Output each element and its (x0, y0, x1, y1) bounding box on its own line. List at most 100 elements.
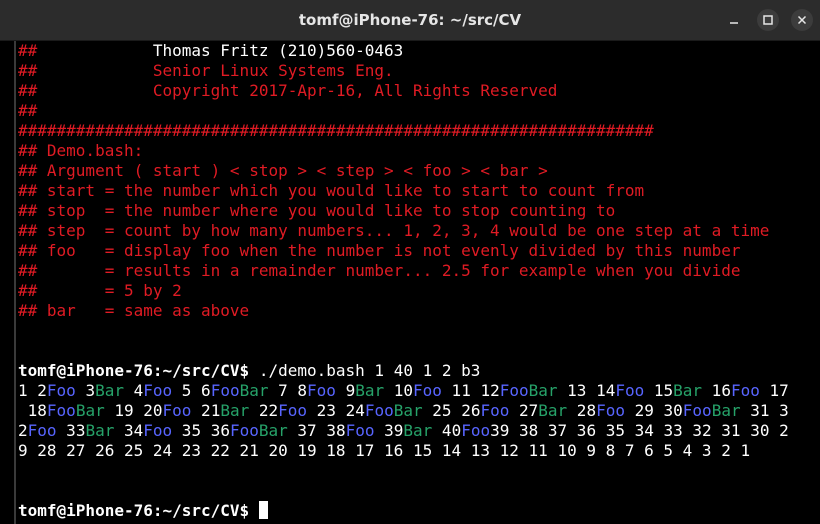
terminal-text: 3 (75, 381, 96, 400)
terminal-line: ## Thomas Fritz (210)560-0463 (18, 41, 789, 61)
terminal-text: Foo (46, 381, 76, 400)
terminal-text: Foo (682, 401, 712, 420)
terminal-text: Thomas Fritz (210)560-0463 (152, 41, 404, 60)
title-bar[interactable]: tomf@iPhone-76: ~/src/CV (0, 0, 820, 41)
terminal-line: 1 2Foo 3Bar 4Foo 5 6FooBar 7 8Foo 9Bar 1… (18, 381, 789, 401)
terminal-line: 18FooBar 19 20Foo 21Bar 22Foo 23 24FooBa… (18, 401, 789, 421)
terminal-line: ## foo = display foo when the number is … (18, 241, 789, 261)
terminal-text: 9 (335, 381, 356, 400)
terminal-text: ## (18, 41, 153, 60)
terminal-text: 1 2 (18, 381, 47, 400)
terminal-line: ## Senior Linux Systems Eng. (18, 61, 789, 81)
terminal-text: Foo (345, 421, 375, 440)
terminal-text: 34 (114, 421, 144, 440)
terminal-text: 4 (123, 381, 144, 400)
terminal-text: 18 (18, 401, 47, 420)
maximize-button[interactable] (757, 9, 779, 31)
terminal-text: Bar (355, 381, 385, 400)
terminal-text: ## = results in a remainder number... 2.… (18, 261, 741, 280)
terminal-text: ## bar = same as above (18, 301, 250, 320)
terminal-text: Foo (46, 401, 76, 420)
terminal-text: Foo (615, 381, 645, 400)
terminal-line: ## Argument ( start ) < stop > < step > … (18, 161, 789, 181)
terminal-text: Bar (538, 401, 568, 420)
terminal-text: ## = 5 by 2 (18, 281, 182, 300)
close-icon (797, 15, 807, 25)
terminal-text: Bar (220, 401, 250, 420)
terminal-line: 9 28 27 26 25 24 23 22 21 20 19 18 17 16… (18, 441, 789, 461)
terminal-output[interactable]: ## Thomas Fritz (210)560-0463 ## Senior L… (0, 41, 820, 524)
terminal-text: Bar (258, 421, 288, 440)
terminal-line: ## step = count by how many numbers... 1… (18, 221, 789, 241)
terminal-line: ########################################… (18, 121, 789, 141)
terminal-line: ## Demo.bash: (18, 141, 789, 161)
terminal-text: Foo (596, 401, 625, 420)
terminal-text: ## start = the number which you would li… (18, 181, 645, 200)
terminal-text: Bar (711, 401, 741, 420)
terminal-line: ## Copyright 2017-Apr-16, All Rights Res… (18, 81, 789, 101)
terminal-text: 2 (18, 421, 28, 440)
terminal-text: Bar (85, 421, 115, 440)
terminal-text: Foo (480, 401, 510, 420)
maximize-icon (763, 15, 773, 25)
terminal-text: 27 (509, 401, 539, 420)
terminal-text: Foo (27, 421, 57, 440)
terminal-text: Bar (393, 401, 423, 420)
terminal-line: tomf@iPhone-76:~/src/CV$ ./demo.bash 1 4… (18, 361, 789, 381)
terminal-text: tomf@iPhone-76:~/src/CV$ (18, 361, 259, 380)
terminal-text: 16 (702, 381, 731, 400)
minimize-button[interactable] (723, 9, 745, 31)
terminal-line: ## = 5 by 2 (18, 281, 789, 301)
terminal-text: Bar (673, 381, 703, 400)
terminal-text: 5 6 (172, 381, 211, 400)
terminal-text: Foo (413, 381, 442, 400)
terminal-text: 10 (384, 381, 414, 400)
terminal-text: ## Demo.bash: (18, 141, 144, 160)
terminal-window: tomf@iPhone-76: ~/src/CV ## Thomas Fritz… (0, 0, 820, 524)
terminal-text: 17 (759, 381, 789, 400)
terminal-text: Foo (229, 421, 259, 440)
terminal-text: 15 (644, 381, 674, 400)
terminal-line: 2Foo 33Bar 34Foo 35 36FooBar 37 38Foo 39… (18, 421, 789, 441)
terminal-text: ## stop = the number where you would lik… (18, 201, 616, 220)
terminal-text: Foo (143, 381, 173, 400)
terminal-text: 31 3 (740, 401, 789, 420)
terminal-text: 39 (374, 421, 404, 440)
terminal-text: ## Copyright 2017-Apr-16, All Rights Res… (18, 81, 558, 100)
terminal-text: Bar (528, 381, 558, 400)
terminal-text: 35 36 (172, 421, 230, 440)
minimize-icon (730, 22, 738, 24)
terminal-line: ## = results in a remainder number... 2.… (18, 261, 789, 281)
terminal-text: Foo (278, 401, 308, 420)
terminal-text: Bar (75, 401, 105, 420)
terminal-text: 29 30 (624, 401, 683, 420)
terminal-text: Foo (210, 381, 240, 400)
terminal-line: ## bar = same as above (18, 301, 789, 321)
terminal-text: ########################################… (18, 121, 654, 140)
terminal-text: Foo (730, 381, 760, 400)
terminal-text: Foo (499, 381, 529, 400)
terminal-text: 19 20 (104, 401, 163, 420)
terminal-text: 7 8 (268, 381, 308, 400)
terminal-text: ## step = count by how many numbers... 1… (18, 221, 770, 240)
terminal-text: ## Senior Linux Systems Eng. (18, 61, 394, 80)
close-button[interactable] (791, 9, 813, 31)
window-title: tomf@iPhone-76: ~/src/CV (298, 11, 522, 29)
terminal-text: 40 (432, 421, 462, 440)
terminal-lines: ## Thomas Fritz (210)560-0463 ## Senior L… (18, 41, 789, 521)
terminal-text: Foo (162, 401, 192, 420)
terminal-text: 28 (567, 401, 597, 420)
terminal-text: 37 38 (287, 421, 346, 440)
terminal-text: Foo (461, 421, 491, 440)
terminal-line: ## start = the number which you would li… (18, 181, 789, 201)
terminal-line: ## stop = the number where you would lik… (18, 201, 789, 221)
terminal-text: Foo (364, 401, 394, 420)
terminal-cursor (258, 501, 268, 519)
terminal-text: Foo (307, 381, 336, 400)
terminal-text: 21 (191, 401, 221, 420)
terminal-text: 22 (249, 401, 279, 420)
